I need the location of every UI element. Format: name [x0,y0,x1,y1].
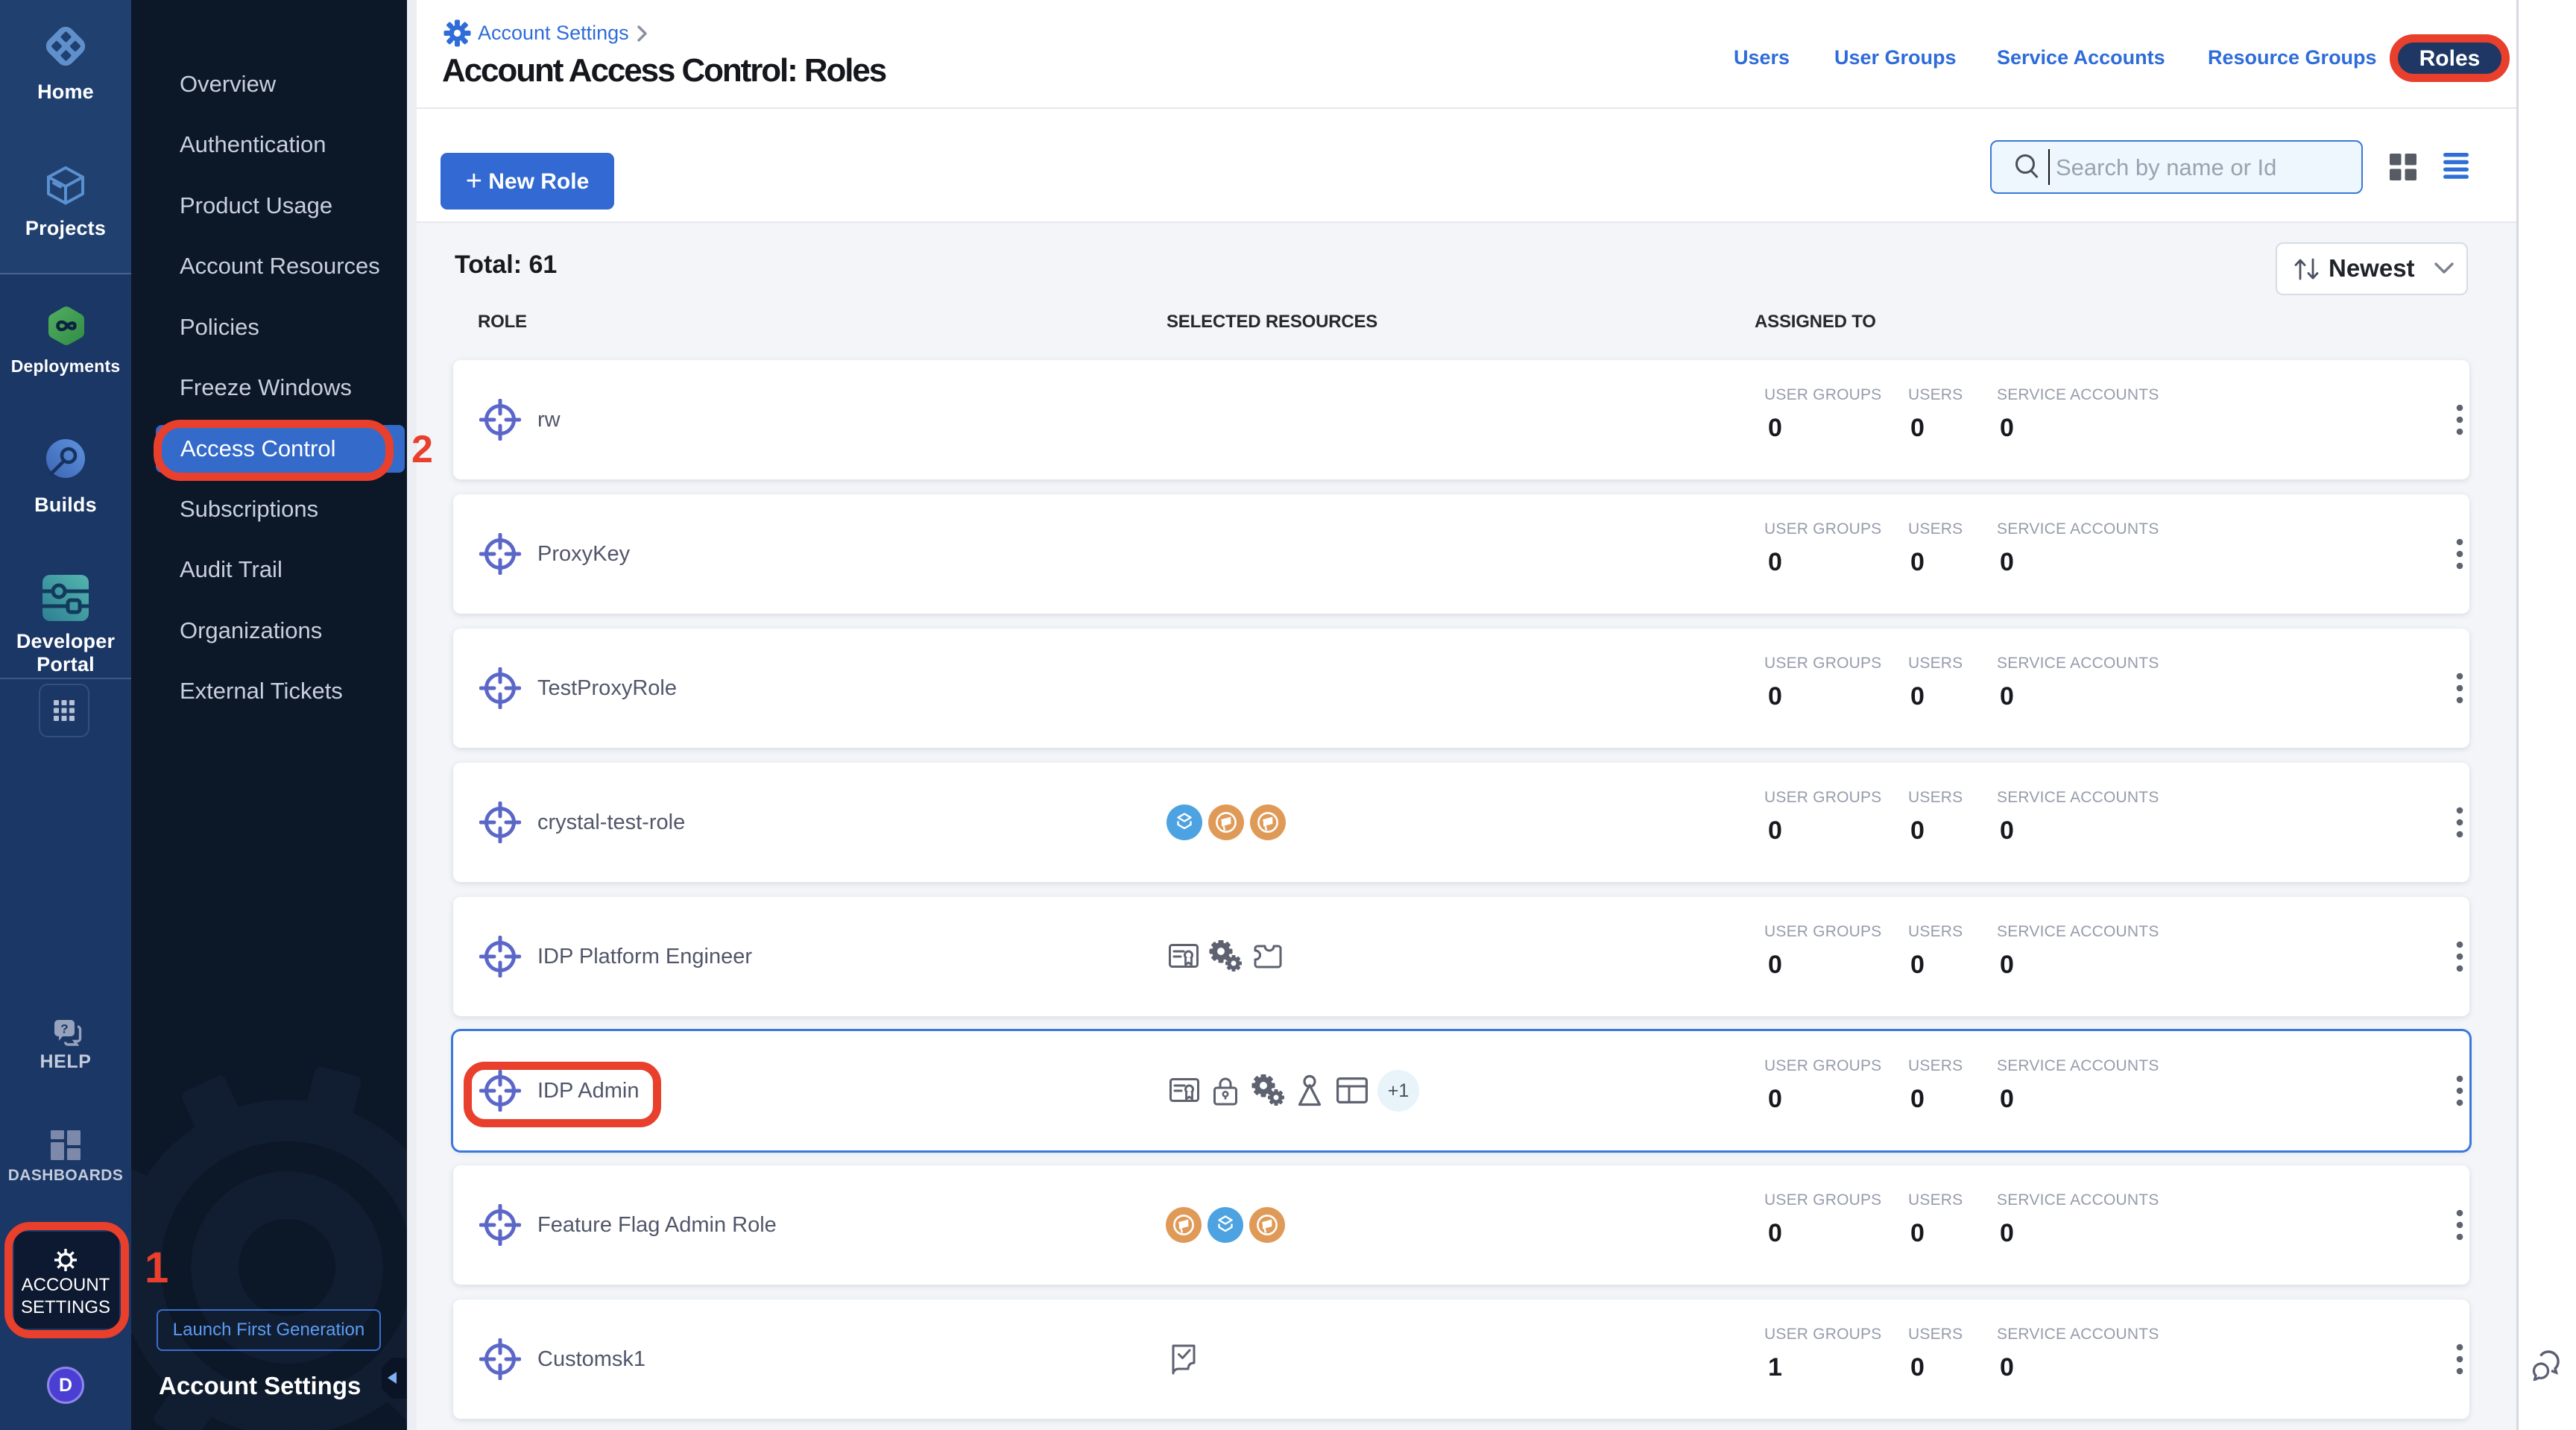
svg-text:?: ? [60,1022,68,1036]
